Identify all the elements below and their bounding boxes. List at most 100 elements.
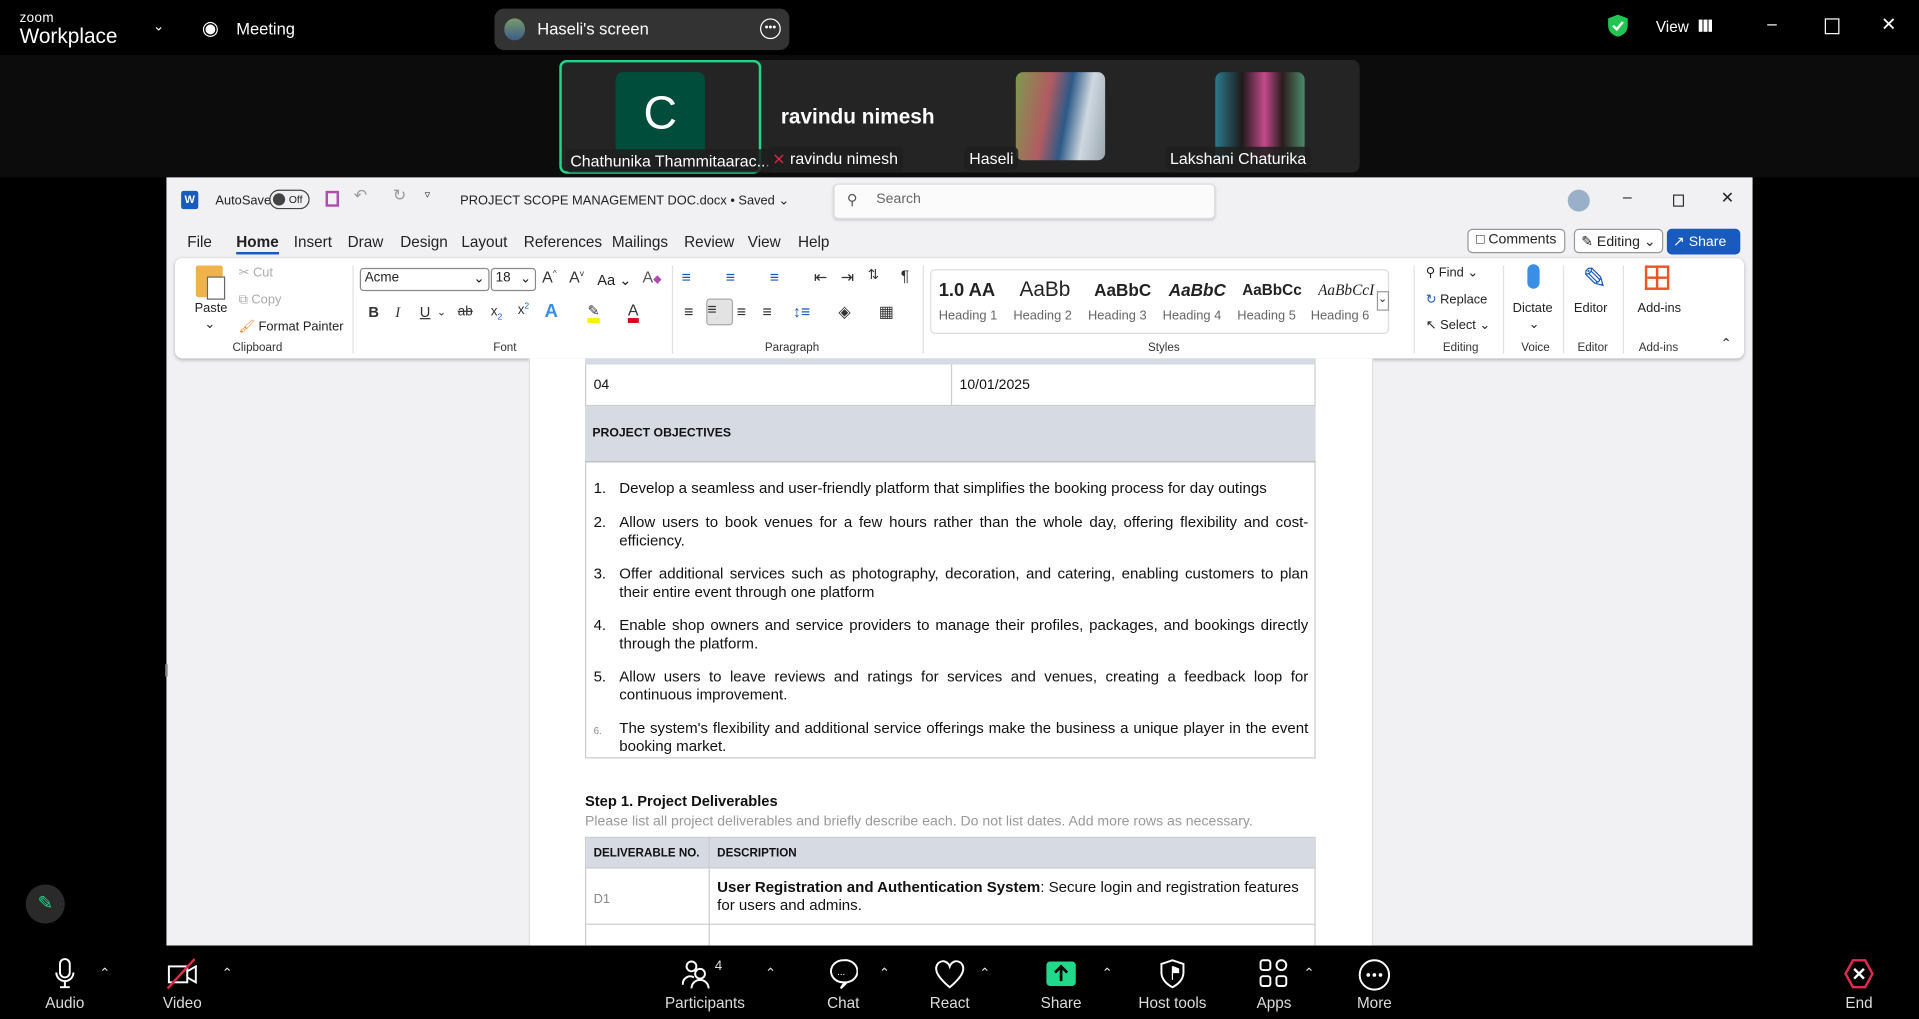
format-painter-button[interactable]: 🖌 Format Painter [239,318,344,334]
tab-home[interactable]: Home [236,234,279,255]
collapse-ribbon-icon[interactable]: ⌃ [1721,336,1732,351]
tab-layout[interactable]: Layout [461,234,507,251]
highlight-color-icon[interactable]: ✎ [587,302,600,323]
find-button[interactable]: ⚲ Find ⌄ [1426,265,1478,280]
more-options-icon[interactable]: ••• [760,18,781,40]
align-left-icon[interactable]: ≡ [684,302,693,320]
borders-icon[interactable]: ▦ [879,302,894,322]
video-options-caret[interactable]: ⌃ [222,965,233,981]
tab-insert[interactable]: Insert [294,234,332,251]
font-size-select[interactable]: 18 ⌄ [490,267,537,292]
react-options-caret[interactable]: ⌃ [979,965,990,981]
tab-help[interactable]: Help [798,234,829,251]
copy-button[interactable]: ⧉ Copy [239,292,282,308]
style-heading-6[interactable]: Heading 6 [1311,308,1370,323]
style-preview[interactable]: 1.0 AA [939,280,995,301]
shrink-font-icon[interactable]: Av [569,268,584,286]
add-ins-button[interactable]: Add-ins [1638,301,1682,316]
select-button[interactable]: ↖ Select ⌄ [1426,318,1490,333]
tab-mailings[interactable]: Mailings [612,234,668,251]
encryption-shield-icon[interactable] [1607,13,1629,37]
numbering-icon[interactable]: ≡ [726,268,735,286]
cut-button[interactable]: ✂ Cut [239,265,273,280]
redo-icon[interactable]: ↻ [393,186,406,206]
replace-button[interactable]: ↻ Replace [1426,292,1488,307]
search-input[interactable]: ⚲ Search [833,183,1216,219]
style-heading-4[interactable]: Heading 4 [1163,308,1222,323]
grow-font-icon[interactable]: A^ [542,268,557,286]
apps-options-caret[interactable]: ⌃ [1303,965,1314,981]
dictate-dropdown[interactable]: ⌄ [1529,317,1540,332]
editor-button[interactable]: Editor [1574,301,1608,316]
italic-icon[interactable]: I [395,303,400,321]
host-tools-button[interactable]: Host tools [1136,946,1209,1019]
participants-options-caret[interactable]: ⌃ [765,965,776,981]
align-right-icon[interactable]: ≡ [737,302,746,320]
customize-toolbar-icon[interactable]: ▿ [425,188,431,201]
style-heading-1[interactable]: Heading 1 [939,308,998,323]
microphone-icon[interactable] [1527,264,1540,289]
align-center-icon[interactable]: ≡ [706,298,734,326]
text-effects-icon[interactable]: A [545,301,558,322]
underline-dropdown[interactable]: ⌄ [437,306,446,319]
style-preview[interactable]: AaBb [1019,278,1070,302]
react-button[interactable]: React [925,946,974,1019]
increase-indent-icon[interactable]: ⇥ [841,268,854,288]
style-preview[interactable]: AaBbC [1094,280,1151,300]
paste-button[interactable]: Paste [195,301,228,316]
more-button[interactable]: More [1350,946,1399,1019]
participant-video[interactable] [1015,72,1106,161]
annotate-pencil-button[interactable]: ✎ [25,884,65,924]
editing-mode-button[interactable]: ✎ Editing ⌄ [1573,228,1664,254]
share-button[interactable]: ↗ Share [1666,228,1741,255]
restore-icon[interactable] [1824,18,1840,35]
document-title[interactable]: PROJECT SCOPE MANAGEMENT DOC.docx • Save… [460,193,789,208]
save-icon[interactable] [325,190,340,207]
style-preview[interactable]: AaBbCcI [1318,281,1377,299]
comments-button[interactable]: □ Comments [1467,228,1566,254]
chat-options-caret[interactable]: ⌃ [879,965,890,981]
strikethrough-icon[interactable]: ab [458,305,473,320]
style-preview[interactable]: AaBbC [1169,280,1226,300]
participant-tile[interactable]: ⨯ ravindu nimesh [767,146,903,172]
font-color-icon[interactable]: A [627,301,639,323]
view-button[interactable]: View [1656,18,1689,35]
participant-tile[interactable]: C Chathunika Thammitaarac... [559,59,775,174]
close-icon[interactable]: ✕ [1881,13,1896,36]
share-screen-button[interactable]: Share [1037,946,1086,1019]
style-heading-2[interactable]: Heading 2 [1013,308,1072,323]
restore-icon[interactable] [1673,194,1685,207]
dictate-button[interactable]: Dictate [1513,301,1553,316]
superscript-icon[interactable]: x2 [518,302,530,317]
line-spacing-icon[interactable]: ↕≡ [793,302,810,320]
editor-icon[interactable]: ✎ [1582,262,1607,297]
end-meeting-button[interactable]: End [1835,946,1884,1019]
sort-icon[interactable]: ⇅ [868,267,879,283]
undo-icon[interactable]: ↶ [354,186,367,206]
styles-scroll-down[interactable]: ⌄ [1376,291,1390,311]
share-options-caret[interactable]: ⌃ [1101,965,1112,981]
subscript-icon[interactable]: x2 [491,305,503,322]
style-heading-5[interactable]: Heading 5 [1237,308,1296,323]
decrease-indent-icon[interactable]: ⇤ [814,268,827,288]
audio-button[interactable]: Audio [40,946,89,1019]
tab-draw[interactable]: Draw [348,234,384,251]
paste-dropdown[interactable]: ⌄ [204,317,215,332]
user-avatar[interactable] [1567,189,1590,212]
minimize-icon[interactable]: – [1623,187,1632,205]
style-preview[interactable]: AaBbCc [1242,281,1303,298]
tab-review[interactable]: Review [684,234,734,251]
show-formatting-icon[interactable]: ¶ [901,267,910,285]
document-page[interactable]: 04 10/01/2025 PROJECT OBJECTIVES 1. Devel… [528,358,1374,961]
apps-button[interactable]: Apps [1250,946,1299,1019]
tab-references[interactable]: References [524,234,602,251]
minimize-icon[interactable]: – [1767,13,1777,33]
chat-button[interactable]: ... Chat [820,946,867,1019]
audio-options-caret[interactable]: ⌃ [99,965,110,981]
meeting-icon[interactable]: ◉ [202,16,219,40]
style-heading-3[interactable]: Heading 3 [1088,308,1147,323]
change-case-button[interactable]: Aa ⌄ [597,272,631,289]
tab-design[interactable]: Design [400,234,448,251]
multilevel-list-icon[interactable]: ≡ [770,268,779,286]
meeting-menu[interactable]: Meeting [236,20,295,38]
